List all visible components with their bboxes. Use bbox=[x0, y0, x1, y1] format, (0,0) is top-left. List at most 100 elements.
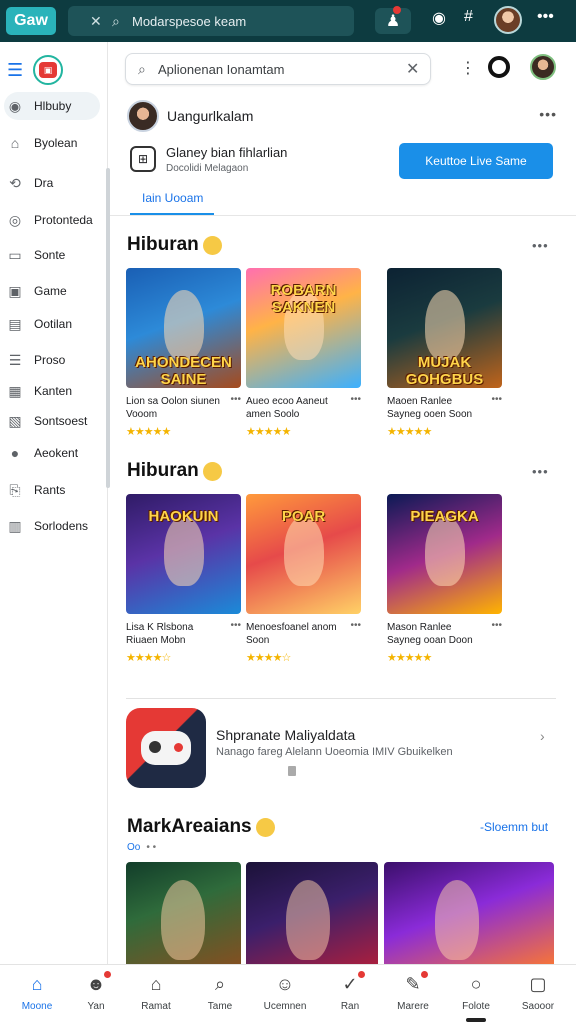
creator-name[interactable]: Uangurlkalam bbox=[167, 108, 253, 124]
profile-row[interactable]: Uangurlkalam ••• bbox=[127, 100, 557, 132]
bottom-nav-label: Moone bbox=[21, 1001, 53, 1012]
game-card-title[interactable]: Maoen Ranlee Sayneg ooen Soon ••• bbox=[387, 393, 502, 421]
bottom-nav-label: Ran bbox=[340, 1001, 360, 1012]
search-bar[interactable]: ⌕ Aplionenan Ionamtam ✕ bbox=[125, 53, 431, 85]
edit-icon: ✎ bbox=[402, 970, 429, 995]
sidebar-item[interactable]: ▭ Sonte bbox=[4, 241, 100, 269]
game-card-title[interactable]: Menoesfoanel anom Soon ••• bbox=[246, 619, 361, 647]
game-thumbnail[interactable]: PIEAGKA bbox=[387, 494, 502, 614]
tab-active[interactable]: Iain Uooam bbox=[142, 191, 203, 205]
bottom-nav-item[interactable]: ☺ Ucemnen bbox=[253, 971, 317, 1021]
game-card[interactable]: POAR Menoesfoanel anom Soon ••• ★★★★☆ bbox=[246, 494, 361, 664]
chat-bubble-icon: ◉ bbox=[8, 97, 22, 114]
sidebar-item-label: Sorlodens bbox=[34, 519, 89, 533]
folder-icon: ▦ bbox=[8, 382, 22, 399]
section-more-icon[interactable]: ••• bbox=[532, 464, 549, 479]
top-search-bar[interactable]: ✕ ⌕ Modarspesoe keam bbox=[68, 6, 354, 36]
game-card-title[interactable]: Lion sa Oolon siunen Vooom ••• bbox=[126, 393, 241, 421]
ring-icon[interactable] bbox=[488, 56, 510, 78]
game-card[interactable]: HAOKUIN Lisa K Rlsbona Riuaen Mobn ••• ★★★★… bbox=[126, 494, 241, 664]
game-card-title[interactable]: Lisa K Rlsbona Riuaen Mobn ••• bbox=[126, 619, 241, 647]
bottom-nav-item[interactable]: ☻ Yan bbox=[64, 970, 128, 1021]
game-card-title[interactable]: Aueo ecoo Aaneut amen Soolo ••• bbox=[246, 393, 361, 421]
game-thumbnail[interactable]: AHONDECEN SAINE bbox=[126, 268, 241, 388]
card-more-icon[interactable]: ••• bbox=[230, 393, 241, 406]
section-title-text: Hiburan bbox=[127, 234, 199, 255]
user-avatar[interactable] bbox=[494, 6, 522, 34]
featured-game-subtitle: Docolidi Melagaon bbox=[166, 163, 249, 174]
sidebar-item-label: Protonteda bbox=[34, 213, 93, 227]
card-more-icon[interactable]: ••• bbox=[350, 393, 361, 406]
sidebar-item[interactable]: ● Aeokent bbox=[4, 439, 100, 467]
game-card[interactable]: PIEAGKA Mason Ranlee Sayneg ooan Doon ••• ★… bbox=[387, 494, 502, 664]
sidebar-item[interactable]: ⟲ Dra bbox=[4, 169, 100, 197]
profile-avatar[interactable] bbox=[530, 54, 556, 80]
github-icon[interactable]: ◉ bbox=[432, 8, 446, 28]
market-game-thumbnail[interactable] bbox=[126, 862, 241, 964]
featured-game-title[interactable]: Glaney bian fihlarlian bbox=[166, 145, 287, 160]
game-thumbnail-title: POAR bbox=[281, 508, 326, 525]
game-card-title[interactable]: Mason Ranlee Sayneg ooan Doon ••• bbox=[387, 619, 502, 647]
bottom-nav-item[interactable]: ⌂ Ramat bbox=[124, 971, 188, 1021]
sidebar-item-label: Sontsoest bbox=[34, 414, 88, 428]
app-icon[interactable]: ▣ bbox=[33, 55, 63, 85]
market-sub-text: Oo bbox=[127, 842, 141, 853]
creator-avatar[interactable] bbox=[127, 100, 159, 132]
card-more-icon[interactable]: ••• bbox=[230, 619, 241, 632]
bottom-nav-item[interactable]: ▢ Saooor bbox=[506, 971, 570, 1021]
close-icon[interactable]: ✕ bbox=[90, 13, 104, 30]
card-more-icon[interactable]: ••• bbox=[491, 393, 502, 406]
game-card[interactable]: ROBARN SAKNEN Aueo ecoo Aaneut amen Soolo… bbox=[246, 268, 361, 438]
game-card[interactable]: MUJAK GOHGBUS Maoen Ranlee Sayneg ooen So… bbox=[387, 268, 502, 438]
grid-dots-icon: • • bbox=[146, 842, 157, 853]
bottom-nav-item[interactable]: ○ Folote bbox=[444, 971, 508, 1021]
hashtag-icon[interactable]: # bbox=[464, 8, 473, 26]
sidebar-item-label: Sonte bbox=[34, 248, 66, 262]
sidebar-item[interactable]: ◎ Protonteda bbox=[4, 206, 100, 234]
more-menu-icon[interactable]: ••• bbox=[537, 8, 554, 26]
sidebar-item[interactable]: ▤ Ootilan bbox=[4, 310, 100, 338]
character-illustration bbox=[164, 290, 204, 360]
bottom-nav-item[interactable]: ⌂ Moone bbox=[5, 971, 69, 1021]
game-thumbnail[interactable]: MUJAK GOHGBUS bbox=[387, 268, 502, 388]
star-rating: ★★★★☆ bbox=[126, 652, 171, 664]
chevron-right-icon[interactable]: › bbox=[540, 728, 545, 744]
market-game-thumbnail[interactable] bbox=[384, 862, 554, 964]
game-thumbnail[interactable]: HAOKUIN bbox=[126, 494, 241, 614]
hamburger-menu-icon[interactable]: ☰ bbox=[7, 60, 23, 81]
notification-button[interactable]: ♟ bbox=[375, 6, 411, 34]
sidebar-item[interactable]: ▦ Kanten bbox=[4, 377, 100, 405]
clear-search-icon[interactable]: ✕ bbox=[406, 59, 430, 79]
emoji-icon bbox=[202, 461, 222, 481]
sidebar-item[interactable]: ⌂ Byolean bbox=[4, 129, 100, 157]
star-rating: ★★★★★ bbox=[387, 652, 432, 664]
app-logo[interactable]: Gaw bbox=[6, 7, 56, 35]
game-card-title-text: Aueo ecoo Aaneut amen Soolo bbox=[246, 396, 328, 420]
search-input[interactable]: Aplionenan Ionamtam bbox=[158, 62, 406, 77]
sidebar-item[interactable]: ▧ Sontsoest bbox=[4, 407, 100, 435]
sidebar-item[interactable]: ☰ Proso bbox=[4, 346, 100, 374]
game-thumbnail[interactable]: POAR bbox=[246, 494, 361, 614]
top-app-bar: Gaw ✕ ⌕ Modarspesoe keam ♟ ◉ # ••• bbox=[0, 0, 576, 42]
card-more-icon[interactable]: ••• bbox=[350, 619, 361, 632]
sidebar-item[interactable]: ⎘ Rants bbox=[4, 476, 100, 504]
promo-app-icon[interactable] bbox=[126, 708, 206, 788]
sidebar-item[interactable]: ▣ Game bbox=[4, 277, 100, 305]
bottom-nav-item[interactable]: ✎ Marere bbox=[381, 970, 445, 1021]
market-game-thumbnail[interactable] bbox=[246, 862, 378, 964]
game-card[interactable]: AHONDECEN SAINE Lion sa Oolon siunen Vooo… bbox=[126, 268, 241, 438]
vertical-more-icon[interactable]: ⋮ bbox=[460, 58, 476, 78]
promo-title[interactable]: Shpranate Maliyaldata bbox=[216, 727, 355, 743]
bottom-nav-item[interactable]: ⌕ Tame bbox=[188, 971, 252, 1021]
top-search-text[interactable]: Modarspesoe keam bbox=[132, 14, 246, 29]
section-more-icon[interactable]: ••• bbox=[532, 238, 549, 253]
circle-icon: ○ bbox=[470, 974, 482, 994]
game-thumbnail[interactable]: ROBARN SAKNEN bbox=[246, 268, 361, 388]
see-more-link[interactable]: -Sloemm but bbox=[480, 820, 548, 834]
card-more-icon[interactable]: ••• bbox=[491, 619, 502, 632]
more-options-icon[interactable]: ••• bbox=[539, 106, 557, 122]
bottom-nav-item[interactable]: ✓ Ran bbox=[318, 970, 382, 1021]
sidebar-item[interactable]: ◉ Hlbuby bbox=[4, 92, 100, 120]
sidebar-item[interactable]: ▥ Sorlodens bbox=[4, 512, 100, 540]
live-game-button[interactable]: Keuttoe Live Same bbox=[399, 143, 553, 179]
